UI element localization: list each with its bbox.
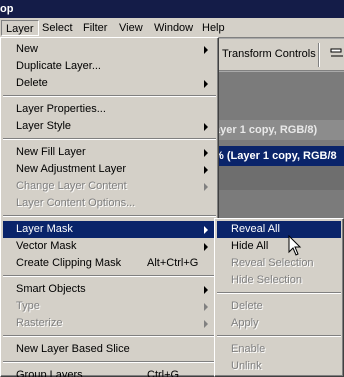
menu-item-layer-style[interactable]: Layer Style (3, 118, 216, 135)
menu-item-enable[interactable]: Enable (217, 341, 341, 358)
menu-item-label: Smart Objects (16, 283, 86, 295)
document-title-active[interactable]: % (Layer 1 copy, RGB/8 (200, 146, 344, 166)
menu-separator (3, 215, 216, 217)
menu-item-shortcut: Alt+Ctrl+G (147, 257, 199, 269)
menu-item-label: New Fill Layer (16, 146, 86, 158)
menu-item-label: New Layer Based Slice (16, 343, 130, 355)
layer-mask-submenu: Reveal All Hide All Reveal Selection Hid… (214, 218, 344, 377)
menu-separator (3, 95, 216, 97)
menu-item-label: Apply (231, 317, 259, 329)
menu-item-label: Delete (16, 77, 48, 89)
menu-item-label: Hide Selection (231, 274, 302, 286)
menu-item-label: Layer Style (16, 120, 72, 132)
menu-separator (3, 138, 216, 140)
menu-select[interactable]: Select (38, 20, 77, 36)
menu-item-new[interactable]: New (3, 41, 216, 58)
menu-item-label: Rasterize (16, 317, 63, 329)
submenu-arrow-icon (204, 286, 208, 294)
menu-layer[interactable]: Layer (1, 20, 39, 36)
submenu-arrow-icon (204, 80, 208, 88)
menu-filter[interactable]: Filter (79, 20, 111, 36)
menu-separator (217, 292, 341, 294)
menu-item-label: Type (16, 300, 40, 312)
document-title-inactive[interactable]: ayer 1 copy, RGB/8) (200, 120, 344, 140)
menu-bar: Layer Select Filter View Window Help (0, 18, 344, 38)
menu-item-create-clipping-mask[interactable]: Create Clipping Mask Alt+Ctrl+G (3, 255, 216, 272)
menu-item-vector-mask[interactable]: Vector Mask (3, 238, 216, 255)
menu-item-apply[interactable]: Apply (217, 315, 341, 332)
menu-item-label: Group Layers (16, 369, 83, 377)
menu-item-label: Layer Mask (16, 223, 73, 235)
menu-item-layer-mask[interactable]: Layer Mask (3, 221, 216, 238)
menu-item-label: Layer Content Options... (16, 197, 136, 209)
menu-separator (3, 361, 216, 363)
menu-separator (3, 275, 216, 277)
menu-item-label: Layer Properties... (16, 103, 106, 115)
menu-item-label: Vector Mask (16, 240, 77, 252)
menu-view[interactable]: View (115, 20, 147, 36)
menu-item-duplicate-layer[interactable]: Duplicate Layer... (3, 58, 216, 75)
menu-item-label: Unlink (231, 360, 262, 372)
options-divider (318, 43, 320, 67)
menu-item-unlink[interactable]: Unlink (217, 358, 341, 375)
menu-item-delete[interactable]: Delete (3, 75, 216, 92)
menu-item-label: Enable (231, 343, 266, 355)
menu-item-new-layer-based-slice[interactable]: New Layer Based Slice (3, 341, 216, 358)
menu-separator (217, 335, 341, 337)
mouse-pointer-icon (288, 235, 302, 256)
document-canvas (200, 166, 344, 190)
menu-item-label: New (16, 43, 39, 55)
submenu-arrow-icon (204, 320, 208, 328)
menu-item-rasterize[interactable]: Rasterize (3, 315, 216, 332)
menu-item-label: New Adjustment Layer (16, 163, 127, 175)
submenu-arrow-icon (204, 303, 208, 311)
window-title-bar: op (0, 0, 344, 18)
menu-help[interactable]: Help (198, 20, 229, 36)
menu-item-layer-content-options[interactable]: Layer Content Options... (3, 195, 216, 212)
menu-item-label: Change Layer Content (16, 180, 127, 192)
menu-item-hide-selection[interactable]: Hide Selection (217, 272, 341, 289)
menu-item-shortcut: Ctrl+G (147, 369, 180, 377)
layer-menu: New Duplicate Layer... Delete Layer Prop… (0, 37, 219, 377)
menu-item-label: Hide All (231, 240, 269, 252)
menu-item-new-adjustment-layer[interactable]: New Adjustment Layer (3, 161, 216, 178)
menu-item-change-layer-content[interactable]: Change Layer Content (3, 178, 216, 195)
submenu-arrow-icon (204, 226, 208, 234)
menu-item-mask-delete[interactable]: Delete (217, 298, 341, 315)
transform-controls-label[interactable]: Transform Controls (222, 48, 316, 60)
menu-item-reveal-all[interactable]: Reveal All (217, 221, 341, 238)
submenu-arrow-icon (204, 166, 208, 174)
menu-item-label: Duplicate Layer... (16, 60, 101, 72)
menu-item-label: Reveal Selection (231, 257, 314, 269)
align-icon[interactable] (330, 47, 344, 61)
submenu-arrow-icon (204, 183, 208, 191)
menu-item-layer-properties[interactable]: Layer Properties... (3, 101, 216, 118)
menu-item-group-layers[interactable]: Group Layers Ctrl+G (3, 367, 216, 377)
menu-item-smart-objects[interactable]: Smart Objects (3, 281, 216, 298)
menu-item-type[interactable]: Type (3, 298, 216, 315)
submenu-arrow-icon (204, 46, 208, 54)
menu-item-label: Delete (231, 300, 263, 312)
menu-window[interactable]: Window (150, 20, 197, 36)
menu-item-hide-all[interactable]: Hide All (217, 238, 341, 255)
submenu-arrow-icon (204, 149, 208, 157)
menu-item-label: Create Clipping Mask (16, 257, 122, 269)
menu-separator (3, 335, 216, 337)
window-title: op (0, 3, 14, 15)
menu-item-label: Reveal All (231, 223, 280, 235)
menu-item-reveal-selection[interactable]: Reveal Selection (217, 255, 341, 272)
submenu-arrow-icon (204, 123, 208, 131)
menu-item-new-fill-layer[interactable]: New Fill Layer (3, 144, 216, 161)
submenu-arrow-icon (204, 243, 208, 251)
